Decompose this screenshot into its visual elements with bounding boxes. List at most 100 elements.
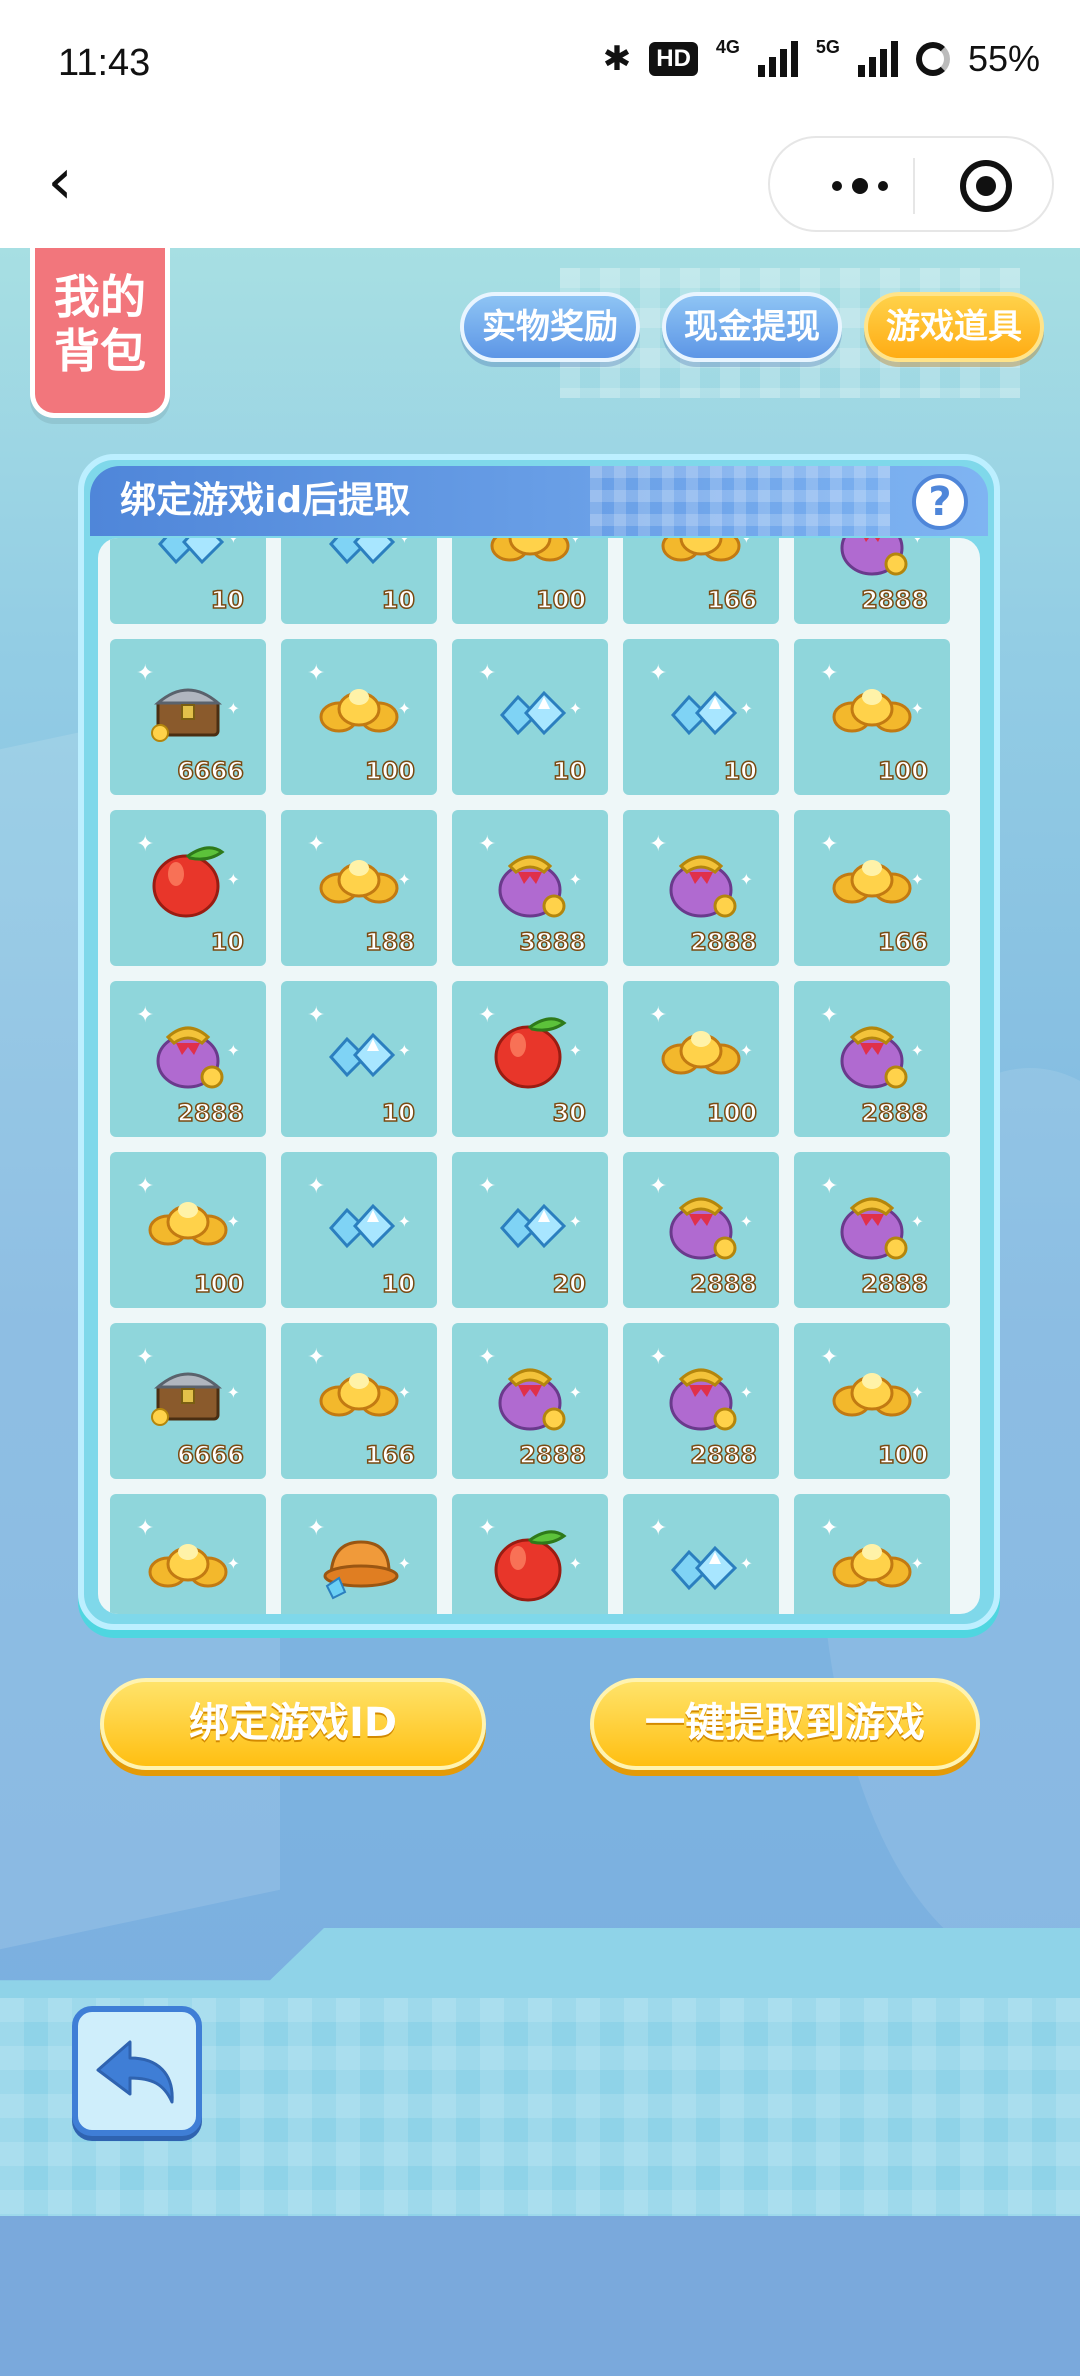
panel-header: 绑定游戏id后提取 ? xyxy=(90,466,988,536)
item-quantity: 166 xyxy=(364,1440,416,1470)
item-quantity: 30 xyxy=(552,1098,587,1128)
bag-icon xyxy=(822,538,922,586)
item-quantity: 188 xyxy=(364,927,416,957)
bind-game-id-button[interactable]: 绑定游戏ID xyxy=(100,1678,486,1770)
item-quantity: 2888 xyxy=(176,1098,244,1128)
item-cell-gold: ✦✦100 xyxy=(623,981,779,1137)
more-dots-icon[interactable] xyxy=(810,166,910,206)
item-cell-bag: ✦✦2888 xyxy=(452,1323,608,1479)
mini-program-navbar: ‹ xyxy=(0,128,1080,248)
item-cell-bag: ✦ ✦ 3888 xyxy=(452,810,608,966)
item-quantity: 2888 xyxy=(689,1440,757,1470)
item-cell-chest: ✦ ✦ 6666 xyxy=(110,639,266,795)
gold-icon xyxy=(138,1170,238,1270)
item-cell-hat: ✦✦66 xyxy=(281,1494,437,1614)
item-quantity: 2888 xyxy=(860,585,928,615)
item-quantity: 100 xyxy=(706,1098,758,1128)
header-pattern xyxy=(590,466,890,536)
network-label-5g: 5G xyxy=(815,37,840,57)
item-cell-bag: ✦✦2888 xyxy=(794,538,950,624)
return-button[interactable] xyxy=(72,2006,202,2136)
item-cell-bag: ✦✦2888 xyxy=(110,981,266,1137)
item-cell-diamond: ✦✦10 xyxy=(281,538,437,624)
item-cell-gold: ✦✦166 xyxy=(110,1494,266,1614)
diamond-icon xyxy=(309,999,409,1099)
chest-icon xyxy=(138,657,238,757)
status-time: 11:43 xyxy=(58,42,151,84)
signal-4g-icon xyxy=(757,41,798,77)
item-cell-bag: ✦✦2888 xyxy=(623,810,779,966)
bag-icon xyxy=(651,1170,751,1270)
item-quantity: 2888 xyxy=(860,1098,928,1128)
item-cell-diamond: ✦ ✦ 20 xyxy=(452,1152,608,1308)
diamond-icon xyxy=(309,538,409,586)
item-quantity: 100 xyxy=(877,756,929,786)
diamond-icon xyxy=(651,1512,751,1612)
item-quantity: 10 xyxy=(552,756,587,786)
item-quantity: 3888 xyxy=(518,927,586,957)
item-cell-diamond: ✦✦10 xyxy=(623,639,779,795)
tab-physical-rewards[interactable]: 实物奖励 xyxy=(460,292,640,362)
item-quantity: 100 xyxy=(535,585,587,615)
gold-icon xyxy=(651,999,751,1099)
diamond-icon xyxy=(480,1170,580,1270)
chest-icon xyxy=(138,1341,238,1441)
help-icon[interactable]: ? xyxy=(912,474,968,530)
battery-percent: 55% xyxy=(967,38,1040,79)
item-quantity: 100 xyxy=(877,1440,929,1470)
item-quantity: 6666 xyxy=(176,1440,244,1470)
diamond-icon xyxy=(309,1170,409,1270)
item-cell-bag: ✦✦2888 xyxy=(794,1152,950,1308)
tab-game-items[interactable]: 游戏道具 xyxy=(864,292,1044,362)
items-scroll-area[interactable]: ✦✦10✦✦10✦✦100✦✦166✦✦2888✦✦6666✦✦100✦✦10✦… xyxy=(98,538,980,1614)
item-quantity: 10 xyxy=(210,585,245,615)
item-quantity: 10 xyxy=(723,1611,758,1614)
bag-icon xyxy=(480,1341,580,1441)
item-cell-diamond: ✦✦10 xyxy=(281,1152,437,1308)
hat-icon xyxy=(309,1512,409,1612)
item-cell-gold: ✦✦100 xyxy=(281,639,437,795)
signal-5g-icon xyxy=(857,41,898,77)
item-quantity: 100 xyxy=(364,756,416,786)
item-cell-gold: ✦✦166 xyxy=(281,1323,437,1479)
bag-icon xyxy=(138,999,238,1099)
item-quantity: 10 xyxy=(210,927,245,957)
reward-tabs: 实物奖励 现金提现 游戏道具 xyxy=(460,292,1044,362)
item-quantity: 2888 xyxy=(860,1269,928,1299)
extract-all-button[interactable]: 一键提取到游戏 xyxy=(590,1678,980,1770)
target-circle-icon[interactable] xyxy=(960,160,1012,212)
item-cell-bag: ✦✦2888 xyxy=(794,981,950,1137)
diamond-icon xyxy=(480,657,580,757)
gold-icon xyxy=(651,538,751,586)
backpack-title: 我的背包 xyxy=(30,248,170,418)
item-cell-bag: ✦✦2888 xyxy=(623,1323,779,1479)
gold-icon xyxy=(822,657,922,757)
item-quantity: 6666 xyxy=(176,756,244,786)
gold-icon xyxy=(309,828,409,928)
item-cell-bag: ✦✦2888 xyxy=(623,1152,779,1308)
backpack-screen: 我的背包 实物奖励 现金提现 游戏道具 绑定游戏id后提取 ? ✦✦10✦✦10… xyxy=(0,248,1080,2216)
return-arrow-icon xyxy=(96,2040,174,2104)
diamond-icon xyxy=(138,538,238,586)
fruit-icon xyxy=(138,828,238,928)
item-cell-gold: ✦✦166 xyxy=(794,810,950,966)
item-quantity: 100 xyxy=(193,1269,245,1299)
tab-cash-withdraw[interactable]: 现金提现 xyxy=(662,292,842,362)
item-cell-gold: ✦✦100 xyxy=(794,1494,950,1614)
gold-icon xyxy=(309,657,409,757)
network-label-4g: 4G xyxy=(715,37,740,57)
item-cell-gold: ✦✦166 xyxy=(623,538,779,624)
gold-icon xyxy=(822,1341,922,1441)
item-quantity: 10 xyxy=(723,756,758,786)
item-quantity: 2888 xyxy=(689,1269,757,1299)
fruit-icon xyxy=(480,1512,580,1612)
item-cell-fruit: ✦✦10 xyxy=(452,1494,608,1614)
item-quantity: 2888 xyxy=(689,927,757,957)
gold-icon xyxy=(822,1512,922,1612)
bluetooth-icon: ✱ xyxy=(602,40,632,78)
item-cell-diamond: ✦✦10 xyxy=(623,1494,779,1614)
item-cell-diamond: ✦✦10 xyxy=(110,538,266,624)
chevron-left-icon[interactable]: ‹ xyxy=(30,150,90,214)
item-cell-gold: ✦✦100 xyxy=(794,1323,950,1479)
capsule-divider xyxy=(913,158,915,214)
